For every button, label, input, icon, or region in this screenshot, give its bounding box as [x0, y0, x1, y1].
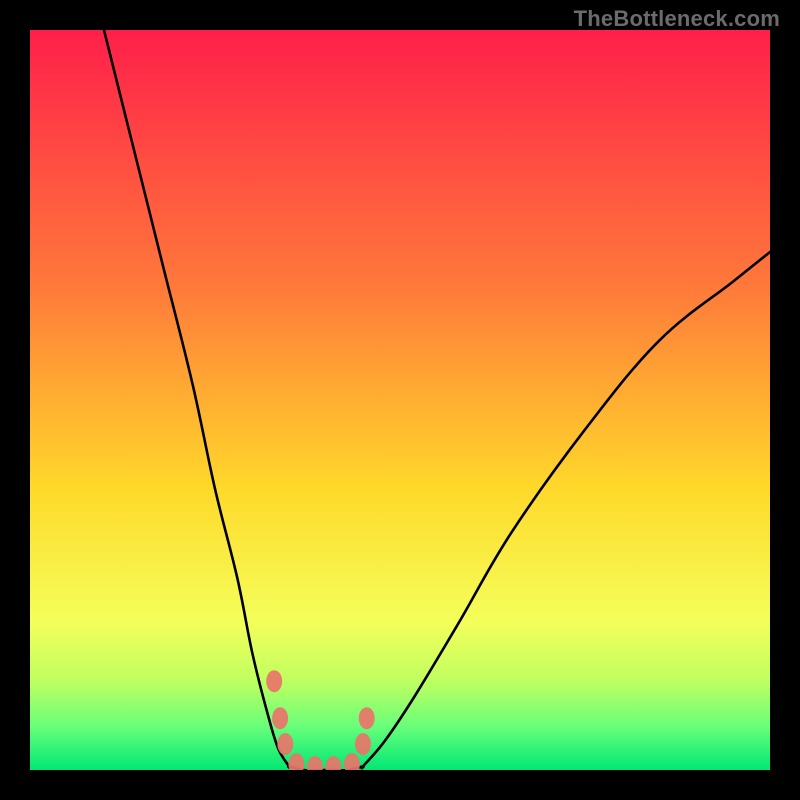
bottleneck-curve — [104, 30, 770, 770]
left-marker-mid — [272, 707, 288, 729]
valley-marker-4 — [344, 753, 360, 770]
plot-area — [30, 30, 770, 770]
left-marker-lower — [277, 733, 293, 755]
chart-frame: TheBottleneck.com — [0, 0, 800, 800]
watermark-text: TheBottleneck.com — [574, 6, 780, 32]
valley-marker-1 — [288, 753, 304, 770]
curve-layer — [30, 30, 770, 770]
valley-marker-3 — [325, 756, 341, 770]
right-marker-upper — [359, 707, 375, 729]
valley-marker-2 — [307, 756, 323, 770]
right-marker-lower — [355, 733, 371, 755]
left-marker-upper — [266, 670, 282, 692]
